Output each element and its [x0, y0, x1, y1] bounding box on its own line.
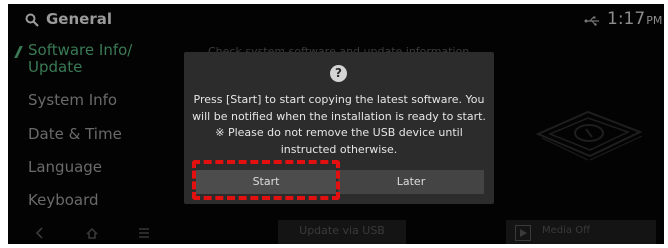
- later-button[interactable]: Later: [338, 170, 484, 194]
- media-off-label: Media Off: [542, 225, 590, 236]
- dialog-message: Press [Start] to start copying the lates…: [192, 92, 486, 158]
- home-icon[interactable]: [86, 227, 98, 239]
- sidebar-item-language[interactable]: Language: [28, 159, 102, 176]
- media-play-icon: [515, 225, 531, 241]
- dialog-message-line-2: will be notified when the installation i…: [192, 109, 486, 123]
- dialog-message-line-1: Press [Start] to start copying the lates…: [193, 93, 485, 106]
- search-icon[interactable]: [25, 13, 39, 27]
- media-off-button[interactable]: Media Off: [506, 220, 656, 244]
- clock-ampm: PM: [646, 14, 663, 27]
- bottom-bar: Update via USB Media Off: [8, 220, 664, 244]
- sidebar-item-system-info[interactable]: System Info: [28, 92, 117, 109]
- question-icon: ?: [330, 65, 347, 82]
- sidebar-item-keyboard[interactable]: Keyboard: [28, 192, 99, 209]
- dialog-message-line-3: ※ Please do not remove the USB device un…: [215, 126, 463, 139]
- clock-time: 1:17: [607, 9, 646, 29]
- start-button-highlight: [192, 160, 340, 200]
- chip-icon: [535, 110, 643, 161]
- sidebar-item-date-time[interactable]: Date & Time: [28, 126, 122, 143]
- update-via-usb-button[interactable]: Update via USB: [278, 220, 406, 244]
- menu-icon[interactable]: [138, 227, 150, 239]
- page-title: General: [46, 10, 112, 28]
- active-item-marker: [14, 46, 23, 58]
- top-bar: General 1:17PM: [8, 4, 664, 34]
- clock: 1:17PM: [607, 9, 662, 29]
- usb-status-icon: [584, 16, 599, 26]
- sidebar-item-software-info[interactable]: Software Info/ Update: [28, 42, 132, 76]
- sidebar-item-label-line2: Update: [28, 58, 83, 76]
- back-icon[interactable]: [34, 227, 46, 239]
- head-unit-screen: General 1:17PM Software Info/ Update Sys…: [8, 4, 664, 244]
- sidebar-item-label: Software Info/: [28, 41, 133, 59]
- settings-sidebar: Software Info/ Update System Info Date &…: [8, 40, 188, 220]
- dialog-message-line-4: instructed otherwise.: [280, 142, 398, 156]
